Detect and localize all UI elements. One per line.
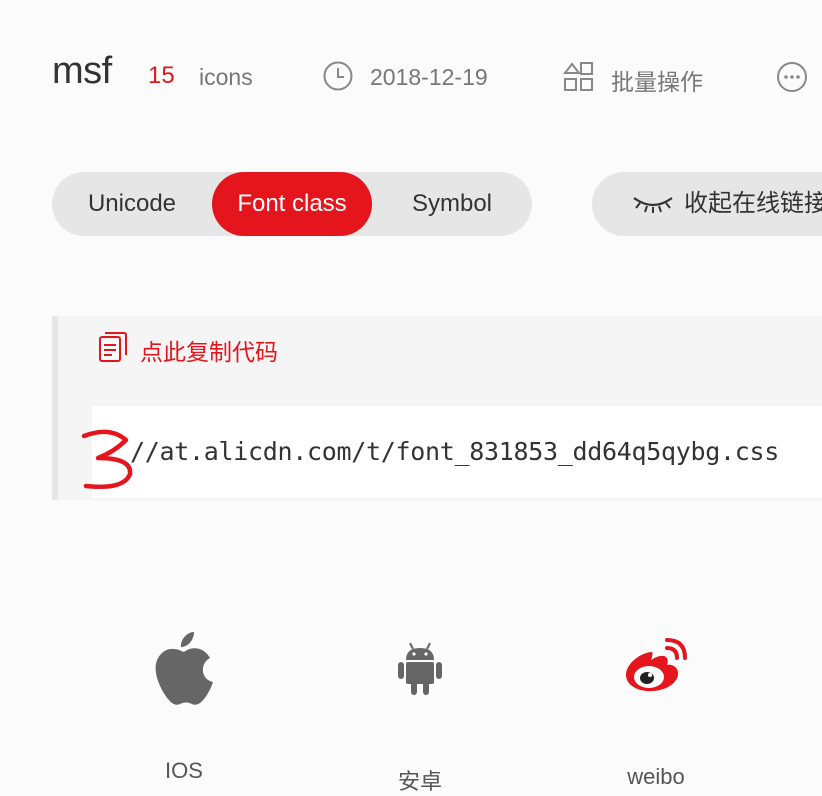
batch-operation-icon[interactable] <box>563 61 595 93</box>
collapse-link-label: 收起在线链接 <box>684 190 822 217</box>
copy-icon[interactable] <box>98 331 128 363</box>
more-icon[interactable] <box>776 61 808 93</box>
tab-font-class[interactable]: Font class <box>212 172 372 236</box>
icon-count-unit: icons <box>199 64 253 90</box>
tab-unicode[interactable]: Unicode <box>52 172 212 236</box>
weibo-icon <box>625 638 687 692</box>
apple-icon <box>155 632 213 705</box>
android-icon <box>398 642 442 695</box>
icon-name-ios: IOS <box>165 758 203 783</box>
tab-symbol[interactable]: Symbol <box>372 172 532 236</box>
collapse-link-button[interactable]: 收起在线链接 <box>592 172 822 236</box>
code-type-tabs: Unicode Font class Symbol <box>52 172 532 236</box>
copy-code-button[interactable]: 点此复制代码 <box>140 333 278 367</box>
batch-operation-button[interactable]: 批量操作 <box>611 63 703 97</box>
icon-name-weibo: weibo <box>627 764 685 789</box>
icon-tile-ios[interactable]: IOS <box>124 630 244 783</box>
icon-tile-weibo[interactable]: weibo <box>596 634 716 789</box>
font-css-url[interactable]: //at.alicdn.com/t/font_831853_dd64q5qybg… <box>130 437 779 466</box>
clock-icon <box>323 61 353 91</box>
icon-tile-android[interactable]: 安卓 <box>360 640 480 794</box>
handwritten-annotation: 3 <box>81 429 133 489</box>
icon-name-android: 安卓 <box>397 769 442 794</box>
update-date: 2018-12-19 <box>370 64 488 90</box>
project-name: msf <box>52 50 112 92</box>
closed-eye-icon <box>633 197 673 213</box>
icon-count: 15 <box>148 62 175 89</box>
